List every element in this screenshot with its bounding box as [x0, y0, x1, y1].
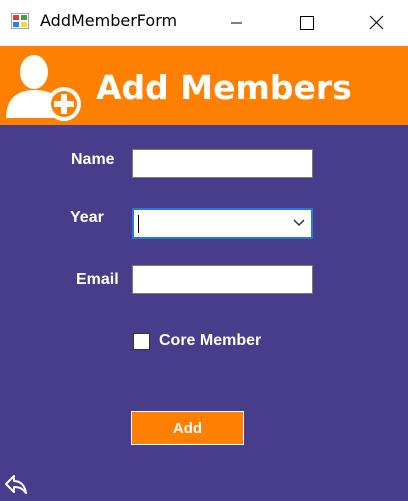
- title-bar: AddMemberForm: [0, 0, 408, 46]
- close-icon[interactable]: [353, 8, 399, 38]
- back-arrow-icon[interactable]: [4, 472, 28, 496]
- name-field[interactable]: [132, 149, 313, 178]
- core-member-checkbox[interactable]: [133, 333, 150, 350]
- name-label: Name: [71, 151, 115, 168]
- chevron-down-icon[interactable]: [293, 219, 305, 227]
- app-icon: [11, 13, 29, 29]
- maximize-icon[interactable]: [283, 8, 329, 38]
- email-field[interactable]: [132, 265, 313, 294]
- minimize-icon[interactable]: [213, 8, 259, 38]
- add-user-icon: [6, 55, 81, 121]
- page-title: Add Members: [96, 68, 352, 107]
- window-title: AddMemberForm: [40, 11, 178, 30]
- add-button[interactable]: Add: [131, 411, 244, 445]
- year-dropdown[interactable]: [132, 208, 313, 239]
- text-caret: [138, 215, 139, 233]
- email-label: Email: [76, 271, 119, 288]
- year-label: Year: [70, 209, 104, 226]
- core-member-label[interactable]: Core Member: [159, 332, 261, 350]
